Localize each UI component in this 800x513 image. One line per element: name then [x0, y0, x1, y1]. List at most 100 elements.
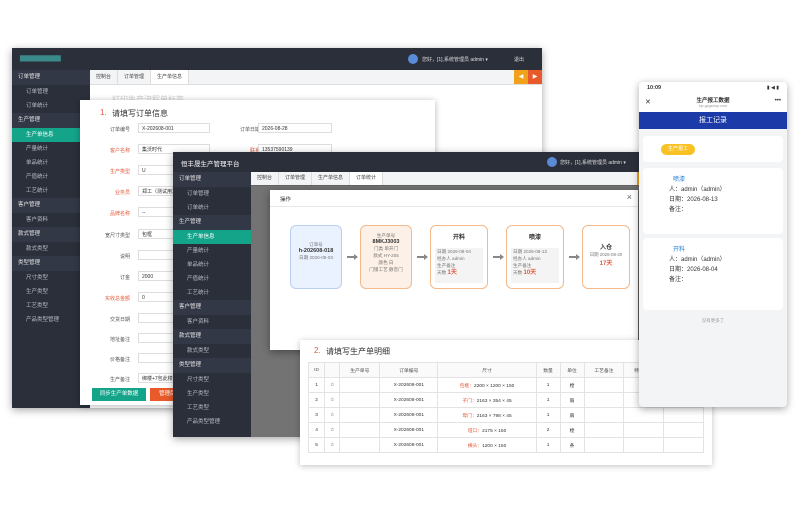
sidebar-item[interactable]: 生产类型: [12, 285, 90, 299]
sidebar: 订单管理 订单管理 订单统计 生产管理 生产单信息 产量统计 单品统计 产值统计 工艺统计 客户管…: [12, 70, 90, 408]
sidebar-group[interactable]: 生产管理: [173, 215, 251, 230]
sidebar-item[interactable]: 产量统计: [173, 244, 251, 258]
sidebar-item[interactable]: 订单管理: [12, 85, 90, 99]
sidebar-item[interactable]: 产量统计: [12, 142, 90, 156]
star-icon[interactable]: ☆: [324, 392, 341, 408]
order-card[interactable]: 订单号 h-202608-018 日期 2026-08-03: [290, 225, 342, 289]
user-greeting[interactable]: 您好，[1],系统管理员 admin ▾: [422, 56, 488, 63]
sidebar-item[interactable]: 客户资料: [173, 315, 251, 329]
star-icon[interactable]: ☆: [324, 377, 341, 393]
step-card-painting[interactable]: 喷漆 日期 2026-08-13 经办人 admin 生产备注 天数 10天: [506, 225, 564, 289]
tab-order-management-front[interactable]: 订单管理: [279, 172, 313, 185]
tab-order-management[interactable]: 订单管理: [118, 70, 152, 84]
arrow-icon: [569, 254, 580, 260]
step-card-cutting[interactable]: 开料 日期 2026-08-04 经办人 admin 生产备注 天数 1天: [430, 225, 488, 289]
production-type-label: 生产类型: [109, 169, 130, 175]
table-row[interactable]: 3 ☆ X-202608-001 母门：2163 × 798 × 45 1 扇: [307, 407, 704, 423]
special-craft-cell: [623, 437, 665, 453]
tab-production-info[interactable]: 生产单信息: [151, 70, 190, 84]
sidebar-item[interactable]: 订单统计: [173, 201, 251, 215]
production-no-cell: [339, 437, 381, 453]
star-icon[interactable]: ☆: [324, 422, 341, 438]
avatar[interactable]: [408, 54, 418, 64]
record-card-painting[interactable]: 喷漆 人：admin（admin） 日期：2026-08-13 备注：: [643, 168, 783, 234]
unit-cell: 条: [559, 437, 585, 453]
sidebar-item[interactable]: 订单管理: [173, 187, 251, 201]
special-craft-cell: [623, 407, 665, 423]
tab-bar: 控制台 订单管理 生产单信息 ◀ ▶: [90, 70, 542, 85]
sidebar-group[interactable]: 生产管理: [12, 113, 90, 128]
table-row[interactable]: 4 ☆ X-202608-001 垭口：2175 × 150 2 樘: [307, 422, 704, 438]
tab-console-front[interactable]: 控制台: [251, 172, 280, 185]
sidebar-item[interactable]: 款式类型: [12, 242, 90, 256]
step-note: 生产备注: [437, 263, 456, 268]
production-no-cell: [339, 377, 381, 393]
logout-link[interactable]: 退出: [514, 56, 524, 63]
sidebar-item[interactable]: 客户资料: [12, 213, 90, 227]
production-card[interactable]: 生产单号 8MKJ3003 门类 单开门 款式 HY-205 颜色 白 门锁工艺…: [360, 225, 412, 289]
top-bar: ▇▇▇▇▇▇▇▇▇▇▇ 您好，[1],系统管理员 admin ▾ 退出: [12, 48, 542, 70]
production-no-cell: [339, 407, 381, 423]
sidebar-group[interactable]: 订单管理: [12, 70, 90, 85]
brand-label: 品牌名称: [109, 211, 130, 217]
order-no-cell: X-202608-001: [379, 422, 439, 438]
more-icon[interactable]: •••: [775, 98, 781, 104]
size-value: 2200 × 1200 × 150: [474, 383, 515, 389]
table-row[interactable]: 5 ☆ X-202608-001 横头：1200 × 150 1 条: [307, 437, 704, 453]
close-icon[interactable]: ×: [627, 192, 632, 202]
sidebar-item[interactable]: 单品统计: [12, 156, 90, 170]
sidebar-item[interactable]: 款式类型: [173, 344, 251, 358]
tab-order-stats-front[interactable]: 订单统计: [350, 172, 384, 185]
qty-cell: 1: [535, 407, 561, 423]
order-no-cell: X-202608-001: [379, 377, 439, 393]
sidebar-item[interactable]: 产值统计: [12, 170, 90, 184]
sidebar-item[interactable]: 尺寸类型: [12, 271, 90, 285]
deposit-label: 订金: [119, 275, 130, 281]
sidebar-group[interactable]: 款式管理: [173, 329, 251, 344]
tab-nav-right-icon[interactable]: ▶: [528, 70, 542, 84]
step-note: 生产备注: [513, 263, 532, 268]
sidebar-item-active[interactable]: 生产单信息: [173, 230, 251, 244]
sidebar-group[interactable]: 类型管理: [12, 256, 90, 271]
sidebar-item[interactable]: 单品统计: [173, 258, 251, 272]
sidebar-item[interactable]: 生产类型: [173, 387, 251, 401]
sidebar-item[interactable]: 产值统计: [173, 272, 251, 286]
arrow-icon: [493, 254, 504, 260]
operation-modal: 操作 × 订单号 h-202608-018 日期 2026-08-03 生产单号…: [270, 190, 638, 350]
star-icon[interactable]: ☆: [324, 437, 341, 453]
step-title: 喷漆: [528, 235, 541, 241]
user-greeting-front[interactable]: 您好，[1],系统管理员 admin ▾: [560, 159, 626, 166]
sidebar-group[interactable]: 类型管理: [173, 358, 251, 373]
tab-console[interactable]: 控制台: [90, 70, 119, 84]
sync-production-button[interactable]: 同步生产单数据: [92, 388, 146, 401]
record-card-cutting[interactable]: 开料 人：admin（admin） 日期：2026-08-04 备注：: [643, 238, 783, 310]
tab-production-info-front[interactable]: 生产单信息: [312, 172, 351, 185]
sidebar-item[interactable]: 工艺类型: [12, 299, 90, 313]
sidebar-item[interactable]: 订单统计: [12, 99, 90, 113]
order-card-date: 日期 2026-08-03: [299, 255, 333, 260]
sidebar-item[interactable]: 工艺统计: [173, 286, 251, 300]
sidebar-group[interactable]: 客户管理: [173, 300, 251, 315]
special-craft-cell: [623, 422, 665, 438]
order-no-input[interactable]: X-202608-001: [138, 123, 210, 133]
part-label: 垭口：: [467, 428, 483, 434]
unit-cell: 樘: [559, 422, 585, 438]
sidebar-item[interactable]: 产品类型管理: [173, 415, 251, 429]
sidebar-group[interactable]: 订单管理: [173, 172, 251, 187]
report-button[interactable]: 生产报工: [661, 144, 695, 155]
step-card-warehouse[interactable]: 入仓 日期 2026-08-20 17天: [582, 225, 630, 289]
address-note-label: 地址备注: [109, 337, 130, 343]
tab-nav-left-icon[interactable]: ◀: [514, 70, 528, 84]
size-cell: 垭口：2175 × 150: [437, 422, 537, 438]
order-date-input[interactable]: 2026-08-28: [258, 123, 332, 133]
sidebar-item[interactable]: 产品类型管理: [12, 313, 90, 327]
sidebar-group[interactable]: 客户管理: [12, 198, 90, 213]
sidebar-item[interactable]: 尺寸类型: [173, 373, 251, 387]
avatar-front[interactable]: [547, 157, 557, 167]
sidebar-item[interactable]: 工艺类型: [173, 401, 251, 415]
sidebar-item-active[interactable]: 生产单信息: [12, 128, 90, 142]
star-icon[interactable]: ☆: [324, 407, 341, 423]
description-label: 说明: [119, 254, 130, 260]
sidebar-group[interactable]: 款式管理: [12, 227, 90, 242]
sidebar-item[interactable]: 工艺统计: [12, 184, 90, 198]
